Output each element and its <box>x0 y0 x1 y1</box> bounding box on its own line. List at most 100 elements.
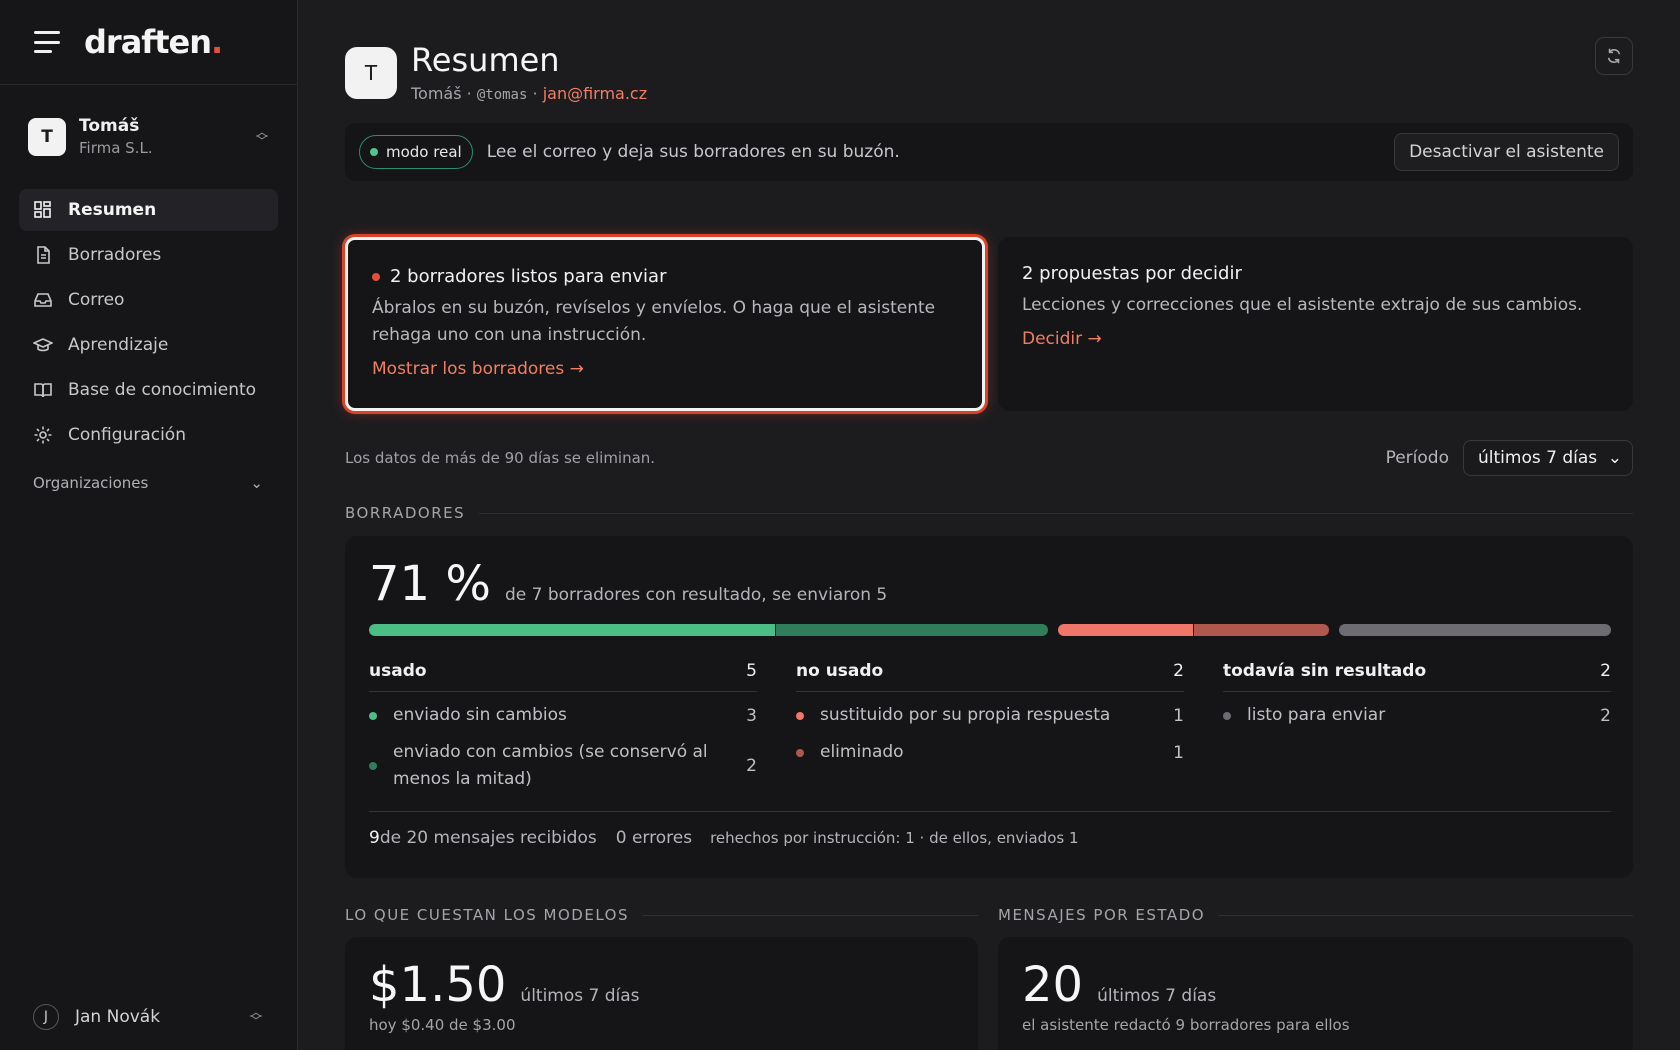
profile-email-link[interactable]: jan@firma.cz <box>543 84 647 103</box>
retention-note: Los datos de más de 90 días se eliminan. <box>345 449 656 467</box>
divider <box>479 512 1633 514</box>
redone-stats: rehechos por instrucción: 1 · de ellos, … <box>710 829 1079 847</box>
period-label: Período <box>1385 448 1449 468</box>
period-row: Los datos de más de 90 días se eliminan.… <box>345 440 1633 476</box>
item-count: 1 <box>1173 742 1184 763</box>
show-drafts-link[interactable]: Mostrar los borradores → <box>372 359 584 379</box>
column-count: 5 <box>746 660 757 681</box>
sidebar-item-borradores[interactable]: Borradores <box>19 234 278 276</box>
outcome-columns: usado 5 enviado sin cambios 3 enviado con … <box>369 650 1611 793</box>
column-header: todavía sin resultado 2 <box>1223 650 1611 692</box>
proposals-card: 2 propuestas por decidir Lecciones y cor… <box>998 237 1633 411</box>
user-menu[interactable]: J Jan Novák ︿ ﹀ <box>33 1004 263 1030</box>
bar-segment <box>776 624 1048 636</box>
legend-dot <box>796 711 804 720</box>
usage-rate-caption: de 7 borradores con resultado, se enviar… <box>504 585 888 605</box>
document-icon <box>33 245 53 265</box>
sidebar-item-label: Base de conocimiento <box>68 380 257 400</box>
list-item: sustituido por su propia respuesta 1 <box>796 702 1184 729</box>
outcome-column-usado: usado 5 enviado sin cambios 3 enviado con … <box>369 650 757 793</box>
book-icon <box>33 380 53 400</box>
legend-dot <box>369 762 377 770</box>
organizations-label: Organizaciones <box>33 474 149 492</box>
drafts-ready-card: 2 borradores listos para enviar Ábralos … <box>345 237 985 411</box>
logo-row: draften. <box>0 0 297 85</box>
deactivate-assistant-button[interactable]: Desactivar el asistente <box>1394 133 1619 171</box>
bar-segment <box>1339 624 1611 636</box>
menu-icon[interactable] <box>34 31 60 53</box>
mode-badge: modo real <box>359 135 473 169</box>
item-count: 3 <box>746 705 757 726</box>
period-select[interactable]: últimos 7 días ⌄ <box>1463 440 1633 476</box>
profile-name: Tomáš <box>411 84 462 103</box>
sidebar-nav: Resumen Borradores Correo Aprendizaje Ba… <box>0 189 297 456</box>
inbox-icon <box>33 290 53 310</box>
page-header: T Resumen Tomáš · @tomas · jan@firma.cz <box>345 42 647 103</box>
drafts-ready-title-text: 2 borradores listos para enviar <box>390 266 667 287</box>
column-header: no usado 2 <box>796 650 1184 692</box>
bar-gap <box>1329 624 1339 636</box>
account-switcher[interactable]: T Tomáš Firma S.L. ︿ ﹀ <box>0 85 297 189</box>
item-count: 2 <box>1600 705 1611 726</box>
legend-dot <box>796 748 804 757</box>
status-dot <box>370 148 378 156</box>
refresh-button[interactable] <box>1595 37 1633 75</box>
bar-segment <box>1057 624 1194 636</box>
sidebar-item-configuracion[interactable]: Configuración <box>19 414 278 456</box>
item-label: listo para enviar <box>1247 705 1386 725</box>
usage-rate-row: 71 % de 7 borradores con resultado, se e… <box>369 556 887 612</box>
messages-section-heading: MENSAJES POR ESTADO <box>998 906 1633 924</box>
messages-value: 20 <box>1022 957 1084 1013</box>
sidebar-item-resumen[interactable]: Resumen <box>19 189 278 231</box>
item-count: 1 <box>1173 705 1184 726</box>
sidebar: draften. T Tomáš Firma S.L. ︿ ﹀ Resumen B… <box>0 0 298 1050</box>
messages-drafted: el asistente redactó 9 borradores para e… <box>1022 1016 1350 1034</box>
received-count: 9 <box>369 828 380 848</box>
cost-section-title: LO QUE CUESTAN LOS MODELOS <box>345 906 629 924</box>
app-logo[interactable]: draften. <box>84 23 223 61</box>
chevron-updown-icon: ︿ ﹀ <box>255 125 268 148</box>
profile-handle: @tomas <box>476 87 528 103</box>
column-title: todavía sin resultado <box>1223 660 1427 681</box>
cost-today: hoy $0.40 de $3.00 <box>369 1016 516 1034</box>
sidebar-item-correo[interactable]: Correo <box>19 279 278 321</box>
sidebar-item-label: Resumen <box>68 200 157 220</box>
header-text: Resumen Tomáš · @tomas · jan@firma.cz <box>411 42 647 103</box>
chevron-down-icon: ⌄ <box>250 474 263 492</box>
outcome-column-no-usado: no usado 2 sustituido por su propia respu… <box>796 650 1184 793</box>
organizations-toggle[interactable]: Organizaciones ⌄ <box>0 474 297 492</box>
bar-segment <box>369 624 777 636</box>
bar-segment <box>1193 624 1330 636</box>
cost-card: $1.50 últimos 7 días hoy $0.40 de $3.00 <box>345 937 978 1050</box>
errors-count: 0 errores <box>615 828 693 848</box>
alert-dot <box>372 272 380 281</box>
column-count: 2 <box>1173 660 1184 681</box>
decide-link[interactable]: Decidir → <box>1022 329 1102 349</box>
messages-period: últimos 7 días <box>1097 986 1217 1006</box>
logo-dot: . <box>210 23 223 61</box>
drafts-section-heading: BORRADORES <box>345 504 1633 522</box>
account-org: Firma S.L. <box>79 139 153 157</box>
sidebar-item-label: Correo <box>68 290 125 310</box>
messages-metric: 20 últimos 7 días <box>1022 957 1216 1013</box>
assistant-mode-bar: modo real Lee el correo y deja sus borra… <box>345 123 1633 181</box>
list-item: enviado sin cambios 3 <box>369 702 757 729</box>
sidebar-item-base-de-conocimiento[interactable]: Base de conocimiento <box>19 369 278 411</box>
divider <box>642 914 978 916</box>
item-label: eliminado <box>820 742 904 762</box>
sidebar-item-aprendizaje[interactable]: Aprendizaje <box>19 324 278 366</box>
drafts-stats-card: 71 % de 7 borradores con resultado, se e… <box>345 536 1633 878</box>
logo-text: draften <box>84 23 212 61</box>
item-label: sustituido por su propia respuesta <box>820 705 1111 725</box>
cost-section-heading: LO QUE CUESTAN LOS MODELOS <box>345 906 978 924</box>
cost-metric: $1.50 últimos 7 días <box>369 957 640 1013</box>
main-content: T Resumen Tomáš · @tomas · jan@firma.cz … <box>345 0 1633 1050</box>
item-count: 2 <box>746 756 757 776</box>
drafts-ready-title: 2 borradores listos para enviar <box>372 266 958 287</box>
mode-badge-label: modo real <box>386 143 462 161</box>
profile-avatar: T <box>345 46 397 99</box>
page-title: Resumen <box>411 41 560 79</box>
drafts-section-title: BORRADORES <box>345 504 466 522</box>
profile-subtitle: Tomáš · @tomas · jan@firma.cz <box>411 84 647 103</box>
user-name: Jan Novák <box>75 1007 161 1027</box>
